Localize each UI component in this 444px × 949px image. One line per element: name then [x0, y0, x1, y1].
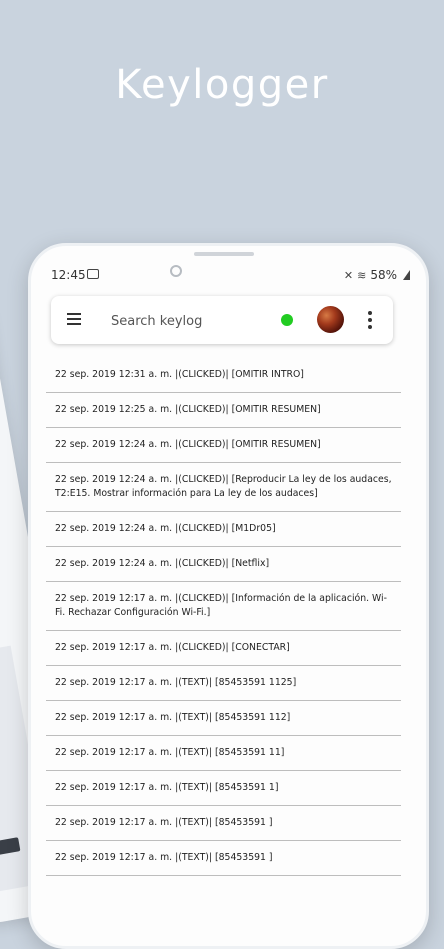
background-block: [0, 837, 21, 858]
search-input[interactable]: [109, 308, 283, 334]
log-entry[interactable]: 22 sep. 2019 12:24 a. m. |(CLICKED)| [OM…: [46, 428, 401, 463]
status-right: ✕ ≋ 58%: [344, 268, 410, 282]
status-bar: 12:45 ✕ ≋ 58%: [45, 265, 410, 288]
log-entry[interactable]: 22 sep. 2019 12:17 a. m. |(CLICKED)| [In…: [46, 582, 401, 631]
log-entry[interactable]: 22 sep. 2019 12:17 a. m. |(TEXT)| [85453…: [46, 666, 401, 701]
phone-speaker: [194, 252, 254, 256]
more-options-icon[interactable]: [368, 311, 372, 332]
image-notification-icon: [87, 269, 99, 279]
log-entry[interactable]: 22 sep. 2019 12:24 a. m. |(CLICKED)| [Re…: [46, 463, 401, 512]
wifi-icon: ≋: [357, 268, 367, 282]
mute-icon: ✕: [343, 268, 354, 282]
search-bar: [51, 296, 393, 344]
battery-icon: [403, 270, 410, 280]
log-entry[interactable]: 22 sep. 2019 12:24 a. m. |(CLICKED)| [M1…: [46, 512, 401, 547]
log-entry[interactable]: 22 sep. 2019 12:25 a. m. |(CLICKED)| [OM…: [46, 393, 401, 428]
log-entry[interactable]: 22 sep. 2019 12:17 a. m. |(TEXT)| [85453…: [46, 806, 401, 841]
keylog-list: 22 sep. 2019 12:31 a. m. |(CLICKED)| [OM…: [46, 358, 401, 876]
log-entry[interactable]: 22 sep. 2019 12:17 a. m. |(TEXT)| [85453…: [46, 841, 401, 876]
log-entry[interactable]: 22 sep. 2019 12:17 a. m. |(TEXT)| [85453…: [46, 736, 401, 771]
log-entry[interactable]: 22 sep. 2019 12:24 a. m. |(CLICKED)| [Ne…: [46, 547, 401, 582]
log-entry[interactable]: 22 sep. 2019 12:17 a. m. |(TEXT)| [85453…: [46, 771, 401, 806]
log-entry[interactable]: 22 sep. 2019 12:17 a. m. |(CLICKED)| [CO…: [46, 631, 401, 666]
phone-frame: 12:45 ✕ ≋ 58% 22 sep. 2019 12:31 a. m. |…: [28, 243, 429, 949]
online-status-dot: [281, 314, 293, 326]
log-entry[interactable]: 22 sep. 2019 12:17 a. m. |(TEXT)| [85453…: [46, 701, 401, 736]
front-camera-icon: [170, 265, 182, 277]
avatar[interactable]: [317, 306, 344, 333]
log-entry[interactable]: 22 sep. 2019 12:31 a. m. |(CLICKED)| [OM…: [46, 358, 401, 393]
battery-percentage: 58%: [370, 268, 397, 282]
hamburger-menu-icon[interactable]: [67, 313, 81, 325]
status-time: 12:45: [51, 268, 86, 282]
promo-title: Keylogger: [115, 62, 329, 108]
